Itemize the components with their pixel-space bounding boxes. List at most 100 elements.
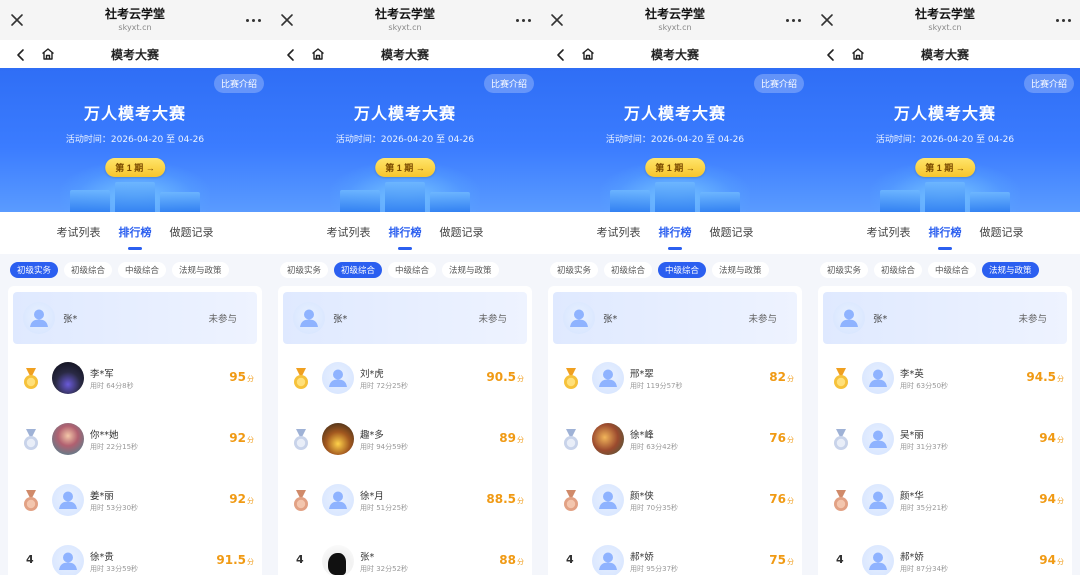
category-chip-junior-comprehensive[interactable]: 初级综合: [334, 262, 383, 278]
score-value: 94: [1039, 492, 1056, 506]
tab-ranking[interactable]: 排行榜: [119, 224, 152, 244]
more-icon[interactable]: [1052, 10, 1074, 30]
gold-medal-icon: [292, 368, 310, 390]
tab-ranking[interactable]: 排行榜: [659, 224, 692, 244]
tab-exam-list[interactable]: 考试列表: [597, 224, 641, 244]
avatar: [592, 362, 624, 394]
avatar: [563, 302, 595, 334]
score: 82分: [769, 370, 794, 384]
period-button[interactable]: 第 1 期 →: [105, 158, 165, 177]
tab-exam-list[interactable]: 考试列表: [867, 224, 911, 244]
tab-practice-record[interactable]: 做题记录: [170, 224, 214, 244]
more-icon[interactable]: [242, 10, 264, 30]
category-chip-law-policy[interactable]: 法规与政策: [982, 262, 1039, 278]
table-row[interactable]: 4 郝*娇 用时 95分37秒 75分: [548, 531, 802, 575]
tab-exam-list[interactable]: 考试列表: [327, 224, 371, 244]
silver-medal-icon: [562, 429, 580, 451]
table-row[interactable]: 徐*峰 用时 63分42秒 76分: [548, 409, 802, 469]
score-value: 94: [1039, 431, 1056, 445]
score-value: 92: [229, 492, 246, 506]
silver-medal-icon: [832, 429, 850, 451]
period-button[interactable]: 第 1 期 →: [915, 158, 975, 177]
contest-intro-button[interactable]: 比赛介绍: [753, 74, 804, 93]
category-chip-law-policy[interactable]: 法规与政策: [442, 262, 499, 278]
tab-practice-record[interactable]: 做题记录: [440, 224, 484, 244]
bronze-medal-icon: [292, 490, 310, 512]
score: 95分: [229, 370, 254, 384]
tab-exam-list[interactable]: 考试列表: [57, 224, 101, 244]
more-icon[interactable]: [512, 10, 534, 30]
tab-ranking[interactable]: 排行榜: [929, 224, 962, 244]
site-name: 社考云学堂: [644, 7, 705, 21]
table-row[interactable]: 吴*丽 用时 31分37秒 94分: [818, 409, 1072, 469]
table-row[interactable]: 4 徐*贵 用时 33分59秒 91.5分: [8, 531, 262, 575]
activity-time: 活动时间：2026-04-20 至 04-26: [335, 135, 475, 145]
table-row[interactable]: 你**她 用时 22分15秒 92分: [8, 409, 262, 469]
table-row[interactable]: 刘*虎 用时 72分25秒 90.5分: [278, 348, 532, 408]
my-status: 未参与: [1018, 314, 1047, 325]
tab-practice-record[interactable]: 做题记录: [980, 224, 1024, 244]
table-row[interactable]: 徐*月 用时 51分25秒 88.5分: [278, 470, 532, 530]
banner-decor-block: [880, 190, 920, 212]
table-row[interactable]: 姜*丽 用时 53分30秒 92分: [8, 470, 262, 530]
category-chip-junior-comprehensive[interactable]: 初级综合: [604, 262, 653, 278]
site-name: 社考云学堂: [374, 7, 435, 21]
my-name: 张*: [63, 314, 78, 325]
rank-number: 4: [26, 553, 34, 566]
category-chip-law-policy[interactable]: 法规与政策: [172, 262, 229, 278]
main-tabs: 考试列表 排行榜 做题记录: [270, 212, 540, 254]
site-title-block: 社考云学堂 skyxt.cn: [270, 6, 540, 33]
score-unit: 分: [517, 375, 524, 383]
time-used: 用时 33分59秒: [90, 565, 139, 573]
category-chip-junior-practice[interactable]: 初级实务: [280, 262, 329, 278]
category-chip-intermediate-comprehensive[interactable]: 中级综合: [118, 262, 167, 278]
site-domain: skyxt.cn: [118, 23, 152, 32]
score: 88分: [499, 553, 524, 567]
tab-practice-record[interactable]: 做题记录: [710, 224, 754, 244]
table-row[interactable]: 李*军 用时 64分8秒 95分: [8, 348, 262, 408]
category-chip-junior-practice[interactable]: 初级实务: [10, 262, 59, 278]
category-chip-intermediate-comprehensive[interactable]: 中级综合: [388, 262, 437, 278]
main-tabs: 考试列表 排行榜 做题记录: [0, 212, 270, 254]
score-value: 90.5: [486, 370, 516, 384]
score: 88.5分: [486, 492, 524, 506]
banner-decor-block: [385, 182, 425, 212]
time-used: 用时 53分30秒: [90, 504, 139, 512]
category-chip-law-policy[interactable]: 法规与政策: [712, 262, 769, 278]
table-row[interactable]: 颜*华 用时 35分21秒 94分: [818, 470, 1072, 530]
period-button[interactable]: 第 1 期 →: [375, 158, 435, 177]
player-name: 郝*娇: [630, 552, 654, 563]
contest-intro-button[interactable]: 比赛介绍: [213, 74, 264, 93]
table-row[interactable]: 4 张* 用时 32分52秒 88分: [278, 531, 532, 575]
table-row[interactable]: 李*英 用时 63分50秒 94.5分: [818, 348, 1072, 408]
contest-intro-button[interactable]: 比赛介绍: [1023, 74, 1074, 93]
site-domain: skyxt.cn: [388, 23, 422, 32]
contest-banner: 比赛介绍 万人模考大赛 活动时间：2026-04-20 至 04-26 第 1 …: [810, 68, 1080, 212]
score-value: 91.5: [216, 553, 246, 567]
table-row[interactable]: 4 郝*娇 用时 87分34秒 94分: [818, 531, 1072, 575]
category-chip-intermediate-comprehensive[interactable]: 中级综合: [658, 262, 707, 278]
period-button[interactable]: 第 1 期 →: [645, 158, 705, 177]
ranking-list: 张* 未参与 邢*翠 用时 119分57秒 82分 徐*峰 用时 63分42秒 …: [548, 286, 802, 575]
main-tabs: 考试列表 排行榜 做题记录: [810, 212, 1080, 254]
time-used: 用时 63分50秒: [900, 382, 949, 390]
tab-ranking[interactable]: 排行榜: [389, 224, 422, 244]
browser-top-bar: 社考云学堂 skyxt.cn: [270, 0, 540, 40]
table-row[interactable]: 邢*翠 用时 119分57秒 82分: [548, 348, 802, 408]
contest-intro-button[interactable]: 比赛介绍: [483, 74, 534, 93]
category-chip-junior-practice[interactable]: 初级实务: [550, 262, 599, 278]
score: 94分: [1039, 431, 1064, 445]
page-title: 模考大赛: [110, 48, 159, 62]
score: 92分: [229, 492, 254, 506]
player-name: 张*: [360, 552, 375, 563]
score-unit: 分: [787, 436, 794, 444]
table-row[interactable]: 趣*多 用时 94分59秒 89分: [278, 409, 532, 469]
category-chip-junior-practice[interactable]: 初级实务: [820, 262, 869, 278]
category-chip-junior-comprehensive[interactable]: 初级综合: [874, 262, 923, 278]
category-chip-intermediate-comprehensive[interactable]: 中级综合: [928, 262, 977, 278]
more-icon[interactable]: [782, 10, 804, 30]
score-value: 92: [229, 431, 246, 445]
category-chip-junior-comprehensive[interactable]: 初级综合: [64, 262, 113, 278]
nav-bar: 模考大赛: [810, 40, 1080, 68]
table-row[interactable]: 颜*侠 用时 70分35秒 76分: [548, 470, 802, 530]
